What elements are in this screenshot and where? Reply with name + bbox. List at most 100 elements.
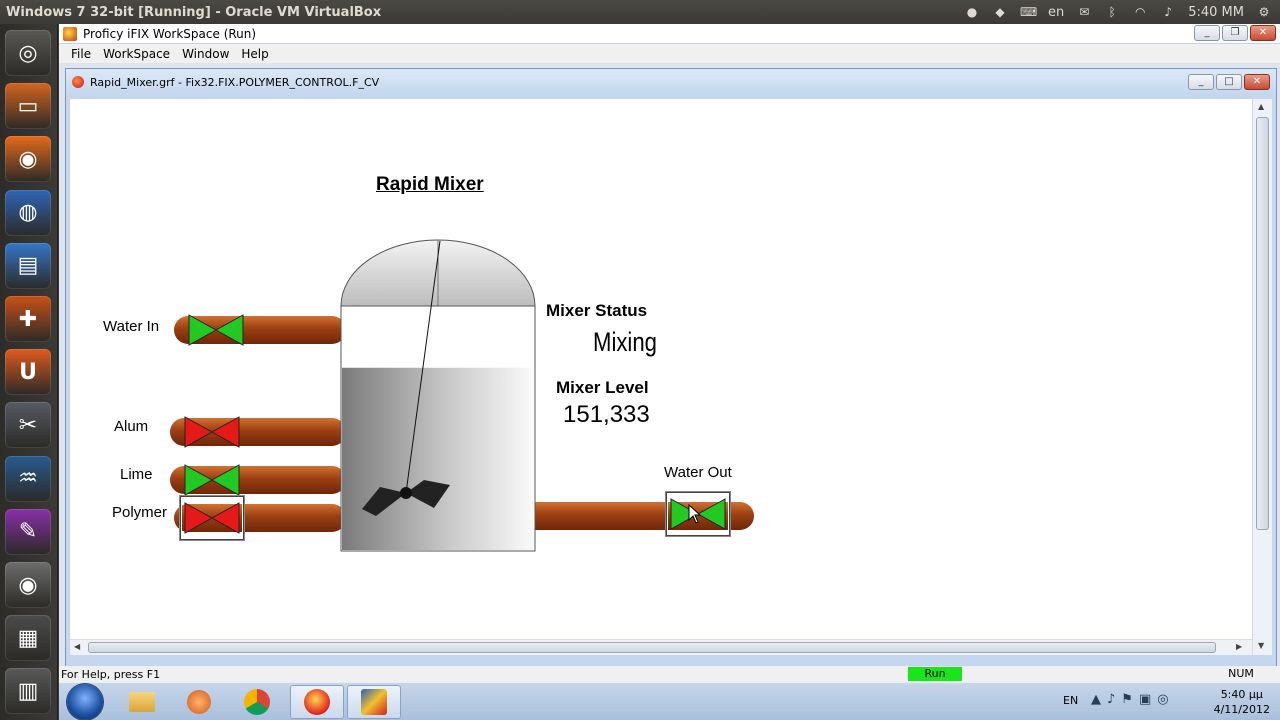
picture-close-button[interactable]: ✕ <box>1244 74 1270 90</box>
valve-left-wedge <box>184 416 214 448</box>
explorer-taskbar-item[interactable] <box>115 685 169 719</box>
tank-liquid <box>342 367 534 550</box>
menubar: File WorkSpace Window Help <box>59 44 1280 63</box>
disc-icon: ◉ <box>18 572 38 598</box>
launcher-video-editor-button[interactable]: ✎ <box>5 508 51 555</box>
launcher-system-settings-button[interactable]: ✂ <box>5 402 51 449</box>
ubuntu-home-icon: ◎ <box>18 40 38 66</box>
launcher-ubuntu-home-button[interactable]: ◎ <box>5 30 51 76</box>
valve-left-wedge <box>188 314 218 346</box>
valve-right-wedge <box>214 314 244 346</box>
launcher-document-viewer-button[interactable]: ▤ <box>5 242 51 289</box>
menu-workspace[interactable]: WorkSpace <box>97 47 176 61</box>
ifix-system-icon <box>361 689 387 715</box>
scroll-up-arrow-icon[interactable]: ▲ <box>1258 102 1264 111</box>
keyboard-language[interactable]: en <box>1048 5 1064 20</box>
picture-window: Rapid_Mixer.grf - Fix32.FIX.POLYMER_CONT… <box>65 68 1277 680</box>
agitator-hub <box>400 487 412 499</box>
app-close-button[interactable]: ✕ <box>1250 25 1276 41</box>
polymer-valve[interactable] <box>183 501 241 535</box>
bluetooth-icon[interactable]: ᛒ <box>1104 5 1120 19</box>
input-language[interactable]: EN <box>1063 694 1078 707</box>
launcher-trash-button[interactable]: ▥ <box>5 668 51 715</box>
folder-icon <box>129 692 155 712</box>
valve-right-wedge <box>210 502 240 534</box>
menu-file[interactable]: File <box>65 47 97 61</box>
wifi-icon[interactable]: ◠ <box>1132 5 1148 19</box>
document-viewer-icon: ▤ <box>17 253 39 279</box>
chrome-taskbar-item[interactable] <box>230 685 284 719</box>
menu-window[interactable]: Window <box>176 47 235 61</box>
scroll-left-arrow-icon[interactable]: ◀ <box>74 642 80 651</box>
launcher-files-button[interactable]: ▭ <box>5 83 51 130</box>
host-clock[interactable]: 5:40 MM <box>1188 5 1244 20</box>
horizontal-scrollbar[interactable]: ◀ ▶ <box>70 639 1252 655</box>
start-button[interactable] <box>67 684 103 720</box>
files-icon: ▭ <box>17 93 39 119</box>
picture-document-icon <box>72 76 84 88</box>
dropbox-icon[interactable]: ◆ <box>992 5 1008 19</box>
ifix-workspace-taskbar-item[interactable] <box>290 685 344 719</box>
windows-taskbar: EN ▲♪⚑▣◎ 5:40 μμ 4/11/2012 <box>59 682 1280 720</box>
lime-label: Lime <box>120 466 153 483</box>
launcher-disc-button[interactable]: ◉ <box>5 562 51 608</box>
system-settings-icon: ✂ <box>18 412 38 438</box>
host-indicator-area: ● ◆ ⌨ en ✉ ᛒ ◠ ♪ 5:40 MM ⚙ <box>964 0 1280 24</box>
chromium-icon: ◍ <box>18 200 38 226</box>
mixer-status-value: Mixing <box>593 327 657 357</box>
alum-label: Alum <box>114 418 149 435</box>
scroll-right-arrow-icon[interactable]: ▶ <box>1236 642 1242 651</box>
media-player-taskbar-item[interactable] <box>172 685 226 719</box>
record-icon[interactable]: ● <box>964 5 980 19</box>
app-minimize-button[interactable]: _ <box>1194 25 1220 41</box>
app-titlebar[interactable]: Proficy iFIX WorkSpace (Run) _ ❐ ✕ <box>59 24 1280 44</box>
keyboard-icon[interactable]: ⌨ <box>1020 5 1037 19</box>
volume-icon[interactable]: ♪ <box>1160 5 1176 19</box>
menu-help[interactable]: Help <box>235 47 274 61</box>
mixer-heading: Rapid Mixer <box>376 174 484 195</box>
launcher-ubuntu-one-button[interactable]: U <box>5 349 51 396</box>
software-center-icon: ✚ <box>18 306 38 332</box>
app-title: Proficy iFIX WorkSpace (Run) <box>83 26 257 41</box>
picture-titlebar[interactable]: Rapid_Mixer.grf - Fix32.FIX.POLYMER_CONT… <box>66 69 1276 95</box>
horizontal-scroll-thumb[interactable] <box>88 642 1216 653</box>
valve-left-wedge <box>184 502 214 534</box>
power-gear-icon[interactable]: ⚙ <box>1256 5 1272 19</box>
lime-valve[interactable] <box>183 463 241 497</box>
launcher-system-monitor-button[interactable]: ♒ <box>5 455 51 502</box>
app-restore-button[interactable]: ❐ <box>1222 25 1248 41</box>
status-bar: For Help, press F1 Run NUM <box>59 666 1280 682</box>
ifix-app-icon <box>63 26 77 41</box>
valve-left-wedge <box>184 464 214 496</box>
picture-title: Rapid_Mixer.grf - Fix32.FIX.POLYMER_CONT… <box>90 75 380 89</box>
polymer-label: Polymer <box>112 504 168 521</box>
launcher-software-center-button[interactable]: ✚ <box>5 296 51 342</box>
picture-maximize-button[interactable]: □ <box>1216 74 1242 90</box>
vertical-scroll-thumb[interactable] <box>1256 117 1269 530</box>
guest-desktop: Proficy iFIX WorkSpace (Run) _ ❐ ✕ File … <box>59 24 1280 720</box>
mouse-cursor-icon <box>688 504 702 524</box>
chrome-icon <box>244 689 270 715</box>
unity-launcher: ◎ ▭ ◉ ◍ ▤ ✚ U ✂ ♒ ✎ ◉ ▦ ▥ <box>0 24 58 720</box>
mail-icon[interactable]: ✉ <box>1076 5 1092 19</box>
water-in-valve[interactable] <box>187 313 245 347</box>
picture-minimize-button[interactable]: _ <box>1188 74 1214 90</box>
host-window-title: Windows 7 32-bit [Running] - Oracle VM V… <box>6 4 382 20</box>
launcher-workspace-switcher-button[interactable]: ▦ <box>5 615 51 662</box>
valve-right-wedge <box>696 498 726 530</box>
vertical-scrollbar[interactable]: ▲ ▼ <box>1252 99 1272 655</box>
ubuntu-one-icon: U <box>19 359 37 385</box>
taskbar-date: 4/11/2012 <box>1213 703 1270 716</box>
valve-right-wedge <box>210 416 240 448</box>
workspace-switcher-icon: ▦ <box>17 625 39 651</box>
scroll-down-arrow-icon[interactable]: ▼ <box>1258 641 1264 650</box>
hmi-canvas: Rapid Mixer Water In Alum Lime Polymer W… <box>70 99 1252 639</box>
mixer-status-label: Mixer Status <box>546 301 648 320</box>
help-hint: For Help, press F1 <box>61 667 161 681</box>
launcher-firefox-button[interactable]: ◉ <box>5 136 51 183</box>
notification-icons[interactable]: ▲♪⚑▣◎ <box>1091 692 1175 707</box>
launcher-chromium-button[interactable]: ◍ <box>5 189 51 236</box>
ifix-system-taskbar-item[interactable] <box>347 685 401 719</box>
alum-valve[interactable] <box>183 415 241 449</box>
taskbar-clock[interactable]: 5:40 μμ 4/11/2012 <box>1214 687 1270 717</box>
